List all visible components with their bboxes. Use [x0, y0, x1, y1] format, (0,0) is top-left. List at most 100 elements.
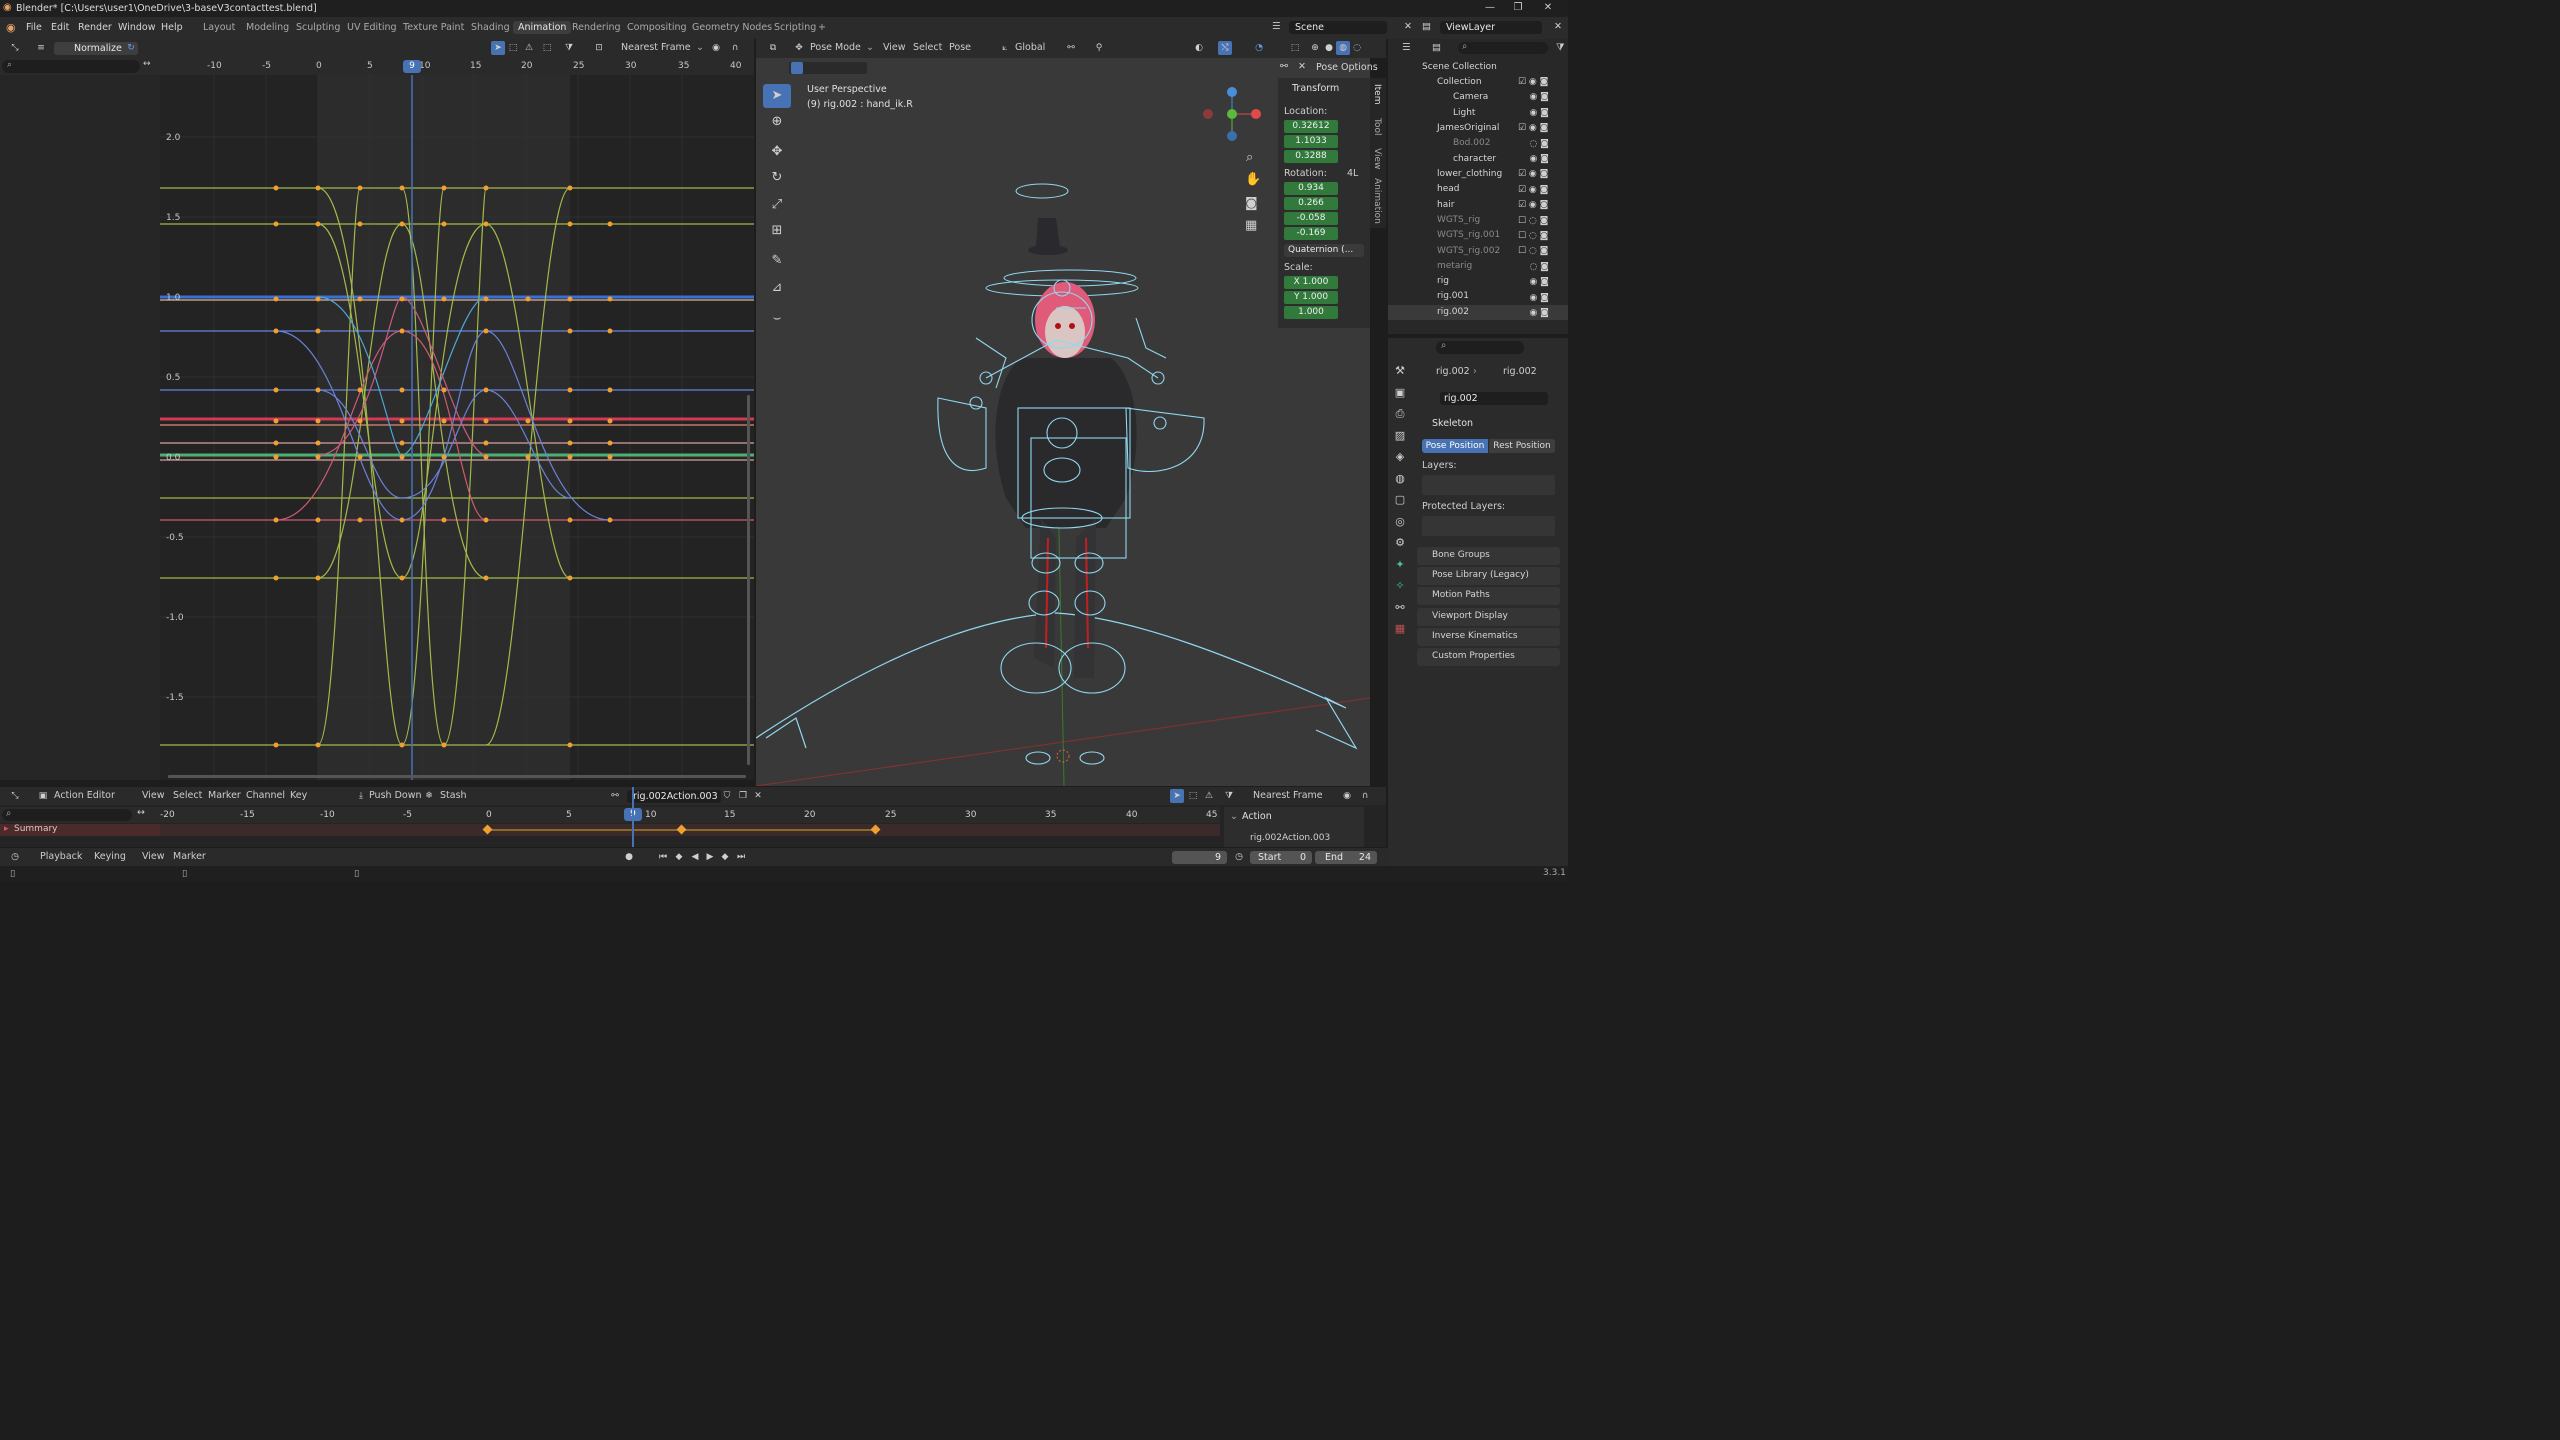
tab-shading[interactable]: Shading	[471, 22, 510, 33]
menu-file[interactable]: File	[26, 22, 42, 33]
tab-rendering[interactable]: Rendering	[572, 22, 621, 33]
menu-hamburger-icon[interactable]: ≡	[34, 41, 48, 55]
scale-z-field[interactable]: 1.000	[1284, 306, 1338, 319]
show-hidden-icon[interactable]: ⬚	[1186, 789, 1200, 803]
eye-icon[interactable]: ◉ ◙	[1518, 306, 1558, 321]
prev-keyframe-icon[interactable]: ◆	[672, 850, 686, 864]
editor-type-icon[interactable]: ⧉	[766, 41, 780, 55]
tab-tool[interactable]: Tool	[1372, 118, 1382, 135]
location-x-field[interactable]: 0.32612	[1284, 120, 1338, 133]
tab-modeling[interactable]: Modeling	[246, 22, 289, 33]
push-down-button[interactable]: Push Down	[369, 790, 422, 801]
menu-window[interactable]: Window	[118, 22, 155, 33]
navigation-gizmo[interactable]	[1196, 84, 1266, 154]
location-y-field[interactable]: 1.1033	[1284, 135, 1338, 148]
collapse-icon[interactable]: ⌄	[1230, 811, 1238, 822]
view-layer-tab-icon[interactable]: ▨	[1389, 425, 1411, 447]
overlay-icon[interactable]: ◔	[1252, 41, 1266, 55]
menu-key[interactable]: Key	[290, 790, 307, 801]
bone-layers-grid[interactable]	[1422, 475, 1555, 495]
visibility-icon[interactable]: ◐	[1192, 41, 1206, 55]
menu-pose[interactable]: Pose	[949, 42, 971, 53]
transform-tool-icon[interactable]: ⊞	[763, 219, 791, 243]
scale-x-field[interactable]: X 1.000	[1284, 276, 1338, 289]
ortho-grid-icon[interactable]: ▦	[1245, 218, 1257, 233]
output-tab-icon[interactable]: ⎙	[1389, 403, 1411, 425]
falloff-icon[interactable]: ∩	[1358, 789, 1372, 803]
gizmo-icon[interactable]: ⤭	[1218, 41, 1232, 55]
start-frame-field[interactable]: Start 0	[1250, 851, 1312, 864]
editor-type-icon[interactable]: ⤡	[8, 789, 22, 803]
menu-render[interactable]: Render	[78, 22, 112, 33]
eye-icon[interactable]: ◉ ◙	[1518, 152, 1558, 167]
menu-marker[interactable]: Marker	[173, 851, 206, 862]
armature-tab-icon[interactable]: ✦	[1389, 554, 1411, 576]
orientation-icon[interactable]: ⟀	[998, 41, 1012, 55]
scene-selector[interactable]: Scene	[1289, 21, 1387, 34]
play-reverse-icon[interactable]: ◀	[688, 850, 702, 864]
pose-mode-icon[interactable]: ✥	[792, 41, 806, 55]
menu-select[interactable]: Select	[173, 790, 202, 801]
graph-area[interactable]	[160, 75, 754, 780]
view-layer-selector[interactable]: ViewLayer	[1440, 21, 1542, 34]
eye-icon[interactable]: ☐ ◌ ◙	[1518, 229, 1558, 244]
menu-marker[interactable]: Marker	[208, 790, 241, 801]
action-selector[interactable]: rig.002Action.003	[627, 790, 721, 803]
action-editor[interactable]: ⤡ ▣ Action Editor View Select Marker Cha…	[0, 787, 1386, 847]
jump-end-icon[interactable]: ⏭	[734, 850, 748, 864]
scale-tool-icon[interactable]: ⤢	[763, 193, 791, 217]
outliner-row[interactable]: Scene Collection	[1388, 60, 1568, 75]
tab-item[interactable]: Item	[1372, 84, 1382, 105]
eye-icon[interactable]: ☑ ◉ ◙	[1518, 198, 1558, 213]
eye-icon[interactable]: ◌ ◙	[1518, 260, 1558, 275]
rotation-w-field[interactable]: 0.934	[1284, 182, 1338, 195]
unlink-action-icon[interactable]: ✕	[751, 789, 765, 803]
tab-scripting[interactable]: Scripting	[774, 22, 816, 33]
material-shading-icon[interactable]: ◍	[1336, 41, 1350, 55]
panel-viewport-display[interactable]: Viewport Display	[1417, 608, 1560, 626]
protected-layers-grid[interactable]	[1422, 516, 1555, 536]
scene-tab-icon[interactable]: ◈	[1389, 446, 1411, 468]
channel-search-input[interactable]: ⌕	[2, 60, 140, 73]
end-frame-field[interactable]: End 24	[1315, 851, 1377, 864]
funnel-icon[interactable]: ⧩	[562, 41, 576, 55]
fake-user-icon[interactable]: ⛉	[720, 789, 734, 803]
breadcrumb-object[interactable]: rig.002	[1436, 366, 1470, 377]
panel-pose-library[interactable]: Pose Library (Legacy)	[1417, 567, 1560, 585]
display-mode-icon[interactable]: ▤	[1432, 42, 1441, 53]
menu-view[interactable]: View	[142, 790, 165, 801]
bone-size-tool-icon[interactable]: ⌣	[763, 307, 791, 331]
outliner-filter-icon[interactable]: ⧩	[1556, 42, 1564, 53]
graph-frame-ruler[interactable]: ⌕ ↔ -10 -5 0 5 10 15 20 25 30 35 40 9	[0, 58, 754, 75]
panel-inverse-kinematics[interactable]: Inverse Kinematics	[1417, 628, 1560, 646]
view-layer-icon[interactable]: ▤	[1422, 21, 1431, 32]
only-errors-icon[interactable]: ⚠	[1202, 789, 1216, 803]
keyframe-diamond[interactable]	[676, 824, 687, 835]
select-mode-buttons[interactable]	[789, 62, 867, 74]
summary-channel[interactable]: ▸ Summary	[0, 824, 160, 836]
blender-menu-icon[interactable]: ◉	[6, 21, 16, 34]
rotation-mode-selector[interactable]: Quaternion (...	[1284, 244, 1364, 257]
record-icon[interactable]: ●	[622, 850, 636, 864]
panel-motion-paths[interactable]: Motion Paths	[1417, 587, 1560, 605]
eye-icon[interactable]: ◉ ◙	[1518, 106, 1558, 121]
eye-icon[interactable]: ◉ ◙	[1518, 275, 1558, 290]
eye-icon[interactable]: ◉ ◙	[1518, 90, 1558, 105]
summary-track[interactable]	[160, 787, 1220, 847]
action-browse-icon[interactable]: ⚯	[608, 789, 622, 803]
menu-edit[interactable]: Edit	[51, 22, 69, 33]
only-selected-icon[interactable]: ➤	[491, 41, 505, 55]
skeleton-panel-header[interactable]: Skeleton	[1432, 418, 1473, 429]
keyframe-diamond[interactable]	[870, 824, 881, 835]
annotate-tool-icon[interactable]: ✎	[763, 249, 791, 273]
xray-icon[interactable]: ⬚	[1288, 41, 1302, 55]
menu-view[interactable]: View	[142, 851, 165, 862]
auto-normalize-icon[interactable]: ↻	[124, 41, 138, 55]
mode-dropdown-icon[interactable]: ⌄	[866, 42, 874, 53]
menu-playback[interactable]: Playback	[40, 851, 82, 862]
minimize-icon[interactable]: —	[1480, 2, 1500, 13]
funnel-icon[interactable]: ⧩	[1222, 789, 1236, 803]
swap-icon[interactable]: ↔	[137, 807, 145, 818]
current-frame-indicator[interactable]: 9	[403, 60, 421, 73]
push-down-icon[interactable]: ⤓	[354, 789, 368, 803]
